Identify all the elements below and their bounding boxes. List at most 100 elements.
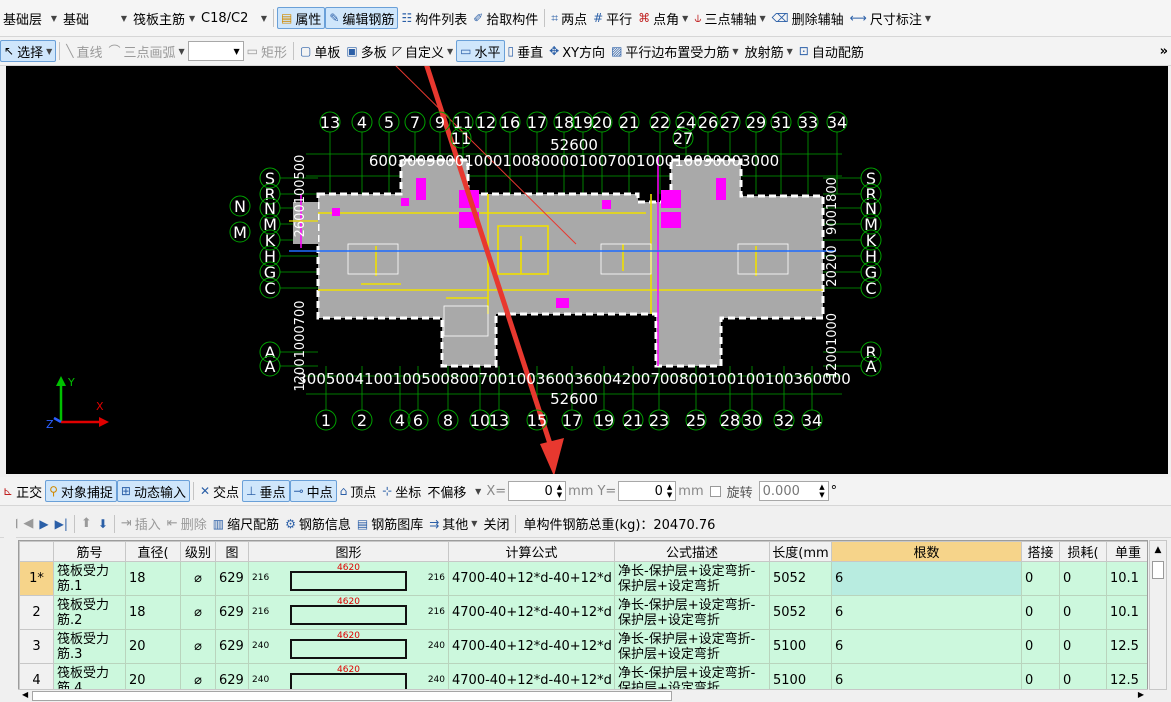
arc-button[interactable]: ⌒ 三点画弧 ▼	[105, 40, 187, 62]
scroll-thumb-h[interactable]	[32, 691, 672, 701]
cell-bar-name[interactable]: 筏板受力筋.4	[53, 663, 126, 689]
cell-grade[interactable]: ⌀	[180, 561, 216, 596]
cell-diameter[interactable]: 18	[125, 595, 181, 630]
auto-rebar-button[interactable]: ⊡ 自动配筋	[796, 40, 867, 62]
cell-formula[interactable]: 4700-40+12*d-40+12*d	[448, 561, 615, 596]
parallel-edge-button[interactable]: ▨ 平行边布置受力筋 ▼	[608, 40, 742, 62]
header-length[interactable]: 长度(mm	[769, 541, 832, 562]
shape-select[interactable]: ▼	[187, 41, 244, 61]
other-button[interactable]: ⇉ 其他 ▼	[426, 513, 480, 535]
cell-bar-name[interactable]: 筏板受力筋.2	[53, 595, 126, 630]
line-button[interactable]: ╲ 直线	[63, 40, 105, 62]
attributes-button[interactable]: ▤ 属性	[277, 7, 326, 29]
cell-description[interactable]: 净长-保护层+设定弯折-保护层+设定弯折	[614, 595, 770, 630]
row-number[interactable]: 4	[19, 663, 54, 689]
cell-length[interactable]: 5052	[769, 561, 832, 596]
ortho-button[interactable]: ⊾ 正交	[0, 480, 45, 502]
cell-bar-name[interactable]: 筏板受力筋.3	[53, 629, 126, 664]
table-row[interactable]: 3 筏板受力筋.3 20 ⌀ 629 240 4620 240 4700-40+12*d-40+…	[19, 629, 1147, 664]
header-unit-weight[interactable]: 单重	[1106, 541, 1147, 562]
cell-grade[interactable]: ⌀	[180, 629, 216, 664]
cell-diameter[interactable]: 20	[125, 629, 181, 664]
dynamic-input-button[interactable]: ⊞ 动态输入	[116, 480, 190, 502]
cell-shape[interactable]: 240 4620 240	[248, 629, 449, 664]
cell-diameter[interactable]: 20	[125, 663, 181, 689]
point-angle-button[interactable]: ⌘ 点角 ▼	[635, 7, 691, 29]
scroll-thumb[interactable]	[1152, 561, 1164, 579]
cell-figure-no[interactable]: 629	[215, 595, 249, 630]
offset-select[interactable]: 不偏移 ▼	[424, 481, 484, 501]
table-vertical-scrollbar[interactable]: ▲	[1149, 540, 1167, 690]
dimension-button[interactable]: ⟷ 尺寸标注 ▼	[847, 7, 934, 29]
cell-figure-no[interactable]: 629	[215, 561, 249, 596]
component-type-select[interactable]: 筏板主筋 ▼	[130, 8, 198, 28]
horizontal-button[interactable]: ▭ 水平	[456, 40, 505, 62]
cell-figure-no[interactable]: 629	[215, 629, 249, 664]
cell-length[interactable]: 5100	[769, 629, 832, 664]
floor-select[interactable]: 基础层 ▼	[0, 8, 60, 28]
rotate-checkbox[interactable]	[709, 485, 721, 497]
cell-description[interactable]: 净长-保护层+设定弯折-保护层+设定弯折	[614, 663, 770, 689]
y-coordinate-input[interactable]: 0 ▲ ▼	[618, 481, 677, 501]
table-row[interactable]: 4 筏板受力筋.4 20 ⌀ 629 240 4620 240 4700-40+12*d-40+…	[19, 663, 1147, 689]
x-coordinate-input[interactable]: 0 ▲ ▼	[508, 481, 567, 501]
cell-shape[interactable]: 216 4620 216	[248, 595, 449, 630]
raft-slab[interactable]	[316, 158, 825, 368]
cell-grade[interactable]: ⌀	[180, 595, 216, 630]
cell-grade[interactable]: ⌀	[180, 663, 216, 689]
header-bar-name[interactable]: 筋号	[53, 541, 126, 562]
last-record-button[interactable]: ▶|	[52, 513, 71, 535]
row-number[interactable]: 1*	[19, 561, 54, 596]
prev-record-button[interactable]: ◀	[20, 513, 36, 535]
header-shape[interactable]: 图形	[248, 541, 449, 562]
vertical-button[interactable]: ▯ 垂直	[505, 40, 547, 62]
radial-button[interactable]: 放射筋 ▼	[742, 40, 796, 62]
cell-unit-weight[interactable]: 10.1	[1106, 595, 1147, 630]
component-list-button[interactable]: ☷ 构件列表	[398, 7, 470, 29]
cell-count[interactable]: 6	[831, 595, 1022, 630]
single-slab-button[interactable]: ▢ 单板	[297, 40, 343, 62]
close-grid-button[interactable]: 关闭	[480, 513, 512, 535]
scroll-right-icon[interactable]: ▶	[1138, 690, 1144, 699]
delete-axis-button[interactable]: ⌫ 删除辅轴	[769, 7, 847, 29]
three-point-axis-button[interactable]: ⫝ 三点辅轴 ▼	[691, 7, 768, 29]
scroll-up-icon[interactable]: ▲	[1150, 541, 1166, 559]
rect-button[interactable]: ▭ 矩形	[244, 40, 290, 62]
select-button[interactable]: ↖ 选择 ▼	[0, 40, 57, 62]
edit-rebar-button[interactable]: ✎ 编辑钢筋	[325, 7, 399, 29]
more-tools-button[interactable]: »	[1157, 40, 1171, 62]
cell-diameter[interactable]: 18	[125, 561, 181, 596]
rotate-input[interactable]: 0.000 ▲ ▼	[758, 481, 829, 501]
cell-lap[interactable]: 0	[1021, 629, 1060, 664]
row-number[interactable]: 3	[19, 629, 54, 664]
perpendicular-snap-button[interactable]: ⊥ 垂点	[242, 480, 290, 502]
pick-component-button[interactable]: ✐ 拾取构件	[470, 7, 541, 29]
scale-rebar-button[interactable]: ▥ 缩尺配筋	[210, 513, 282, 535]
scroll-left-icon[interactable]: ◀	[22, 690, 28, 699]
cell-formula[interactable]: 4700-40+12*d-40+12*d	[448, 663, 615, 689]
component-select[interactable]: C18/C2 ▼	[198, 8, 270, 28]
xy-direction-button[interactable]: ✥ XY方向	[546, 40, 608, 62]
rebar-library-button[interactable]: ▤ 钢筋图库	[354, 513, 426, 535]
parallel-button[interactable]: # 平行	[590, 7, 635, 29]
cell-count[interactable]: 6	[831, 629, 1022, 664]
cell-length[interactable]: 5052	[769, 595, 832, 630]
header-figure-no[interactable]: 图	[215, 541, 249, 562]
cell-description[interactable]: 净长-保护层+设定弯折-保护层+设定弯折	[614, 561, 770, 596]
layer-select[interactable]: 基础 ▼	[60, 8, 130, 28]
move-up-button[interactable]: ⬆	[78, 513, 95, 535]
vertex-snap-button[interactable]: ⌂ 顶点	[337, 480, 380, 502]
table-horizontal-scrollbar[interactable]: ◀ ▶	[18, 689, 1148, 702]
header-grade[interactable]: 级别	[180, 541, 216, 562]
cell-shape[interactable]: 240 4620 240	[248, 663, 449, 689]
cell-formula[interactable]: 4700-40+12*d-40+12*d	[448, 629, 615, 664]
table-row[interactable]: 1* 筏板受力筋.1 18 ⌀ 629 216 4620 216 4700-40+12*d-40…	[19, 561, 1147, 596]
intersection-snap-button[interactable]: ✕ 交点	[197, 480, 242, 502]
header-formula[interactable]: 计算公式	[448, 541, 615, 562]
delete-row-button[interactable]: ⇤ 删除	[164, 513, 210, 535]
cell-lap[interactable]: 0	[1021, 595, 1060, 630]
row-number[interactable]: 2	[19, 595, 54, 630]
custom-button[interactable]: ◸ 自定义 ▼	[390, 40, 456, 62]
header-lap[interactable]: 搭接	[1021, 541, 1060, 562]
cell-figure-no[interactable]: 629	[215, 663, 249, 689]
